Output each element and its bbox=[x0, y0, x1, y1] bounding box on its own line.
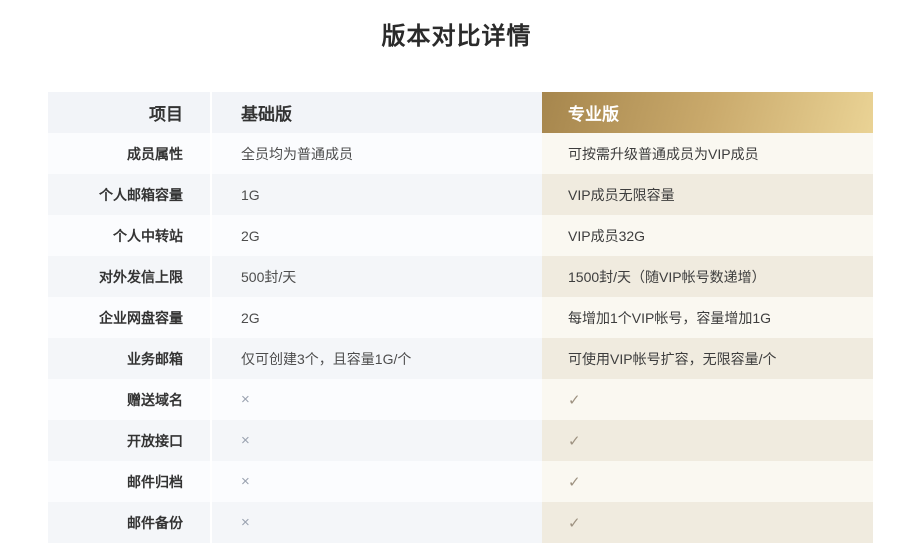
row-label: 对外发信上限 bbox=[48, 256, 210, 297]
basic-value: 2G bbox=[212, 215, 542, 256]
pro-value: 可按需升级普通成员为VIP成员 bbox=[542, 133, 873, 174]
pro-value: VIP成员32G bbox=[542, 215, 873, 256]
version-comparison-page: 版本对比详情 项目 基础版 专业版 成员属性 全员均为普通成员 可按需升级普通成… bbox=[0, 0, 913, 545]
row-label: 邮件归档 bbox=[48, 461, 210, 502]
basic-value: 1G bbox=[212, 174, 542, 215]
table-row-member-attribute: 成员属性 全员均为普通成员 可按需升级普通成员为VIP成员 bbox=[48, 133, 873, 174]
table-row-business-mailbox: 业务邮箱 仅可创建3个，且容量1G/个 可使用VIP帐号扩容，无限容量/个 bbox=[48, 338, 873, 379]
cross-icon: × bbox=[212, 502, 542, 543]
row-label: 邮件备份 bbox=[48, 502, 210, 543]
cross-icon: × bbox=[212, 461, 542, 502]
pro-value: 1500封/天（随VIP帐号数递增） bbox=[542, 256, 873, 297]
check-icon: ✓ bbox=[542, 379, 873, 420]
pro-value: VIP成员无限容量 bbox=[542, 174, 873, 215]
header-pro-edition: 专业版 bbox=[542, 92, 873, 133]
header-basic-edition: 基础版 bbox=[212, 92, 542, 133]
table-row-open-api: 开放接口 × ✓ bbox=[48, 420, 873, 461]
row-label: 个人中转站 bbox=[48, 215, 210, 256]
check-icon: ✓ bbox=[542, 420, 873, 461]
table-header-row: 项目 基础版 专业版 bbox=[48, 92, 873, 133]
basic-value: 全员均为普通成员 bbox=[212, 133, 542, 174]
basic-value: 仅可创建3个，且容量1G/个 bbox=[212, 338, 542, 379]
pro-value: 每增加1个VIP帐号，容量增加1G bbox=[542, 297, 873, 338]
row-label: 业务邮箱 bbox=[48, 338, 210, 379]
table-row-personal-mailbox-capacity: 个人邮箱容量 1G VIP成员无限容量 bbox=[48, 174, 873, 215]
pro-value: 可使用VIP帐号扩容，无限容量/个 bbox=[542, 338, 873, 379]
table-row-personal-transfer-station: 个人中转站 2G VIP成员32G bbox=[48, 215, 873, 256]
row-label: 赠送域名 bbox=[48, 379, 210, 420]
basic-value: 2G bbox=[212, 297, 542, 338]
header-item: 项目 bbox=[48, 92, 210, 133]
table-row-free-domain: 赠送域名 × ✓ bbox=[48, 379, 873, 420]
row-label: 企业网盘容量 bbox=[48, 297, 210, 338]
table-row-outbound-send-limit: 对外发信上限 500封/天 1500封/天（随VIP帐号数递增） bbox=[48, 256, 873, 297]
table-row-mail-archive: 邮件归档 × ✓ bbox=[48, 461, 873, 502]
check-icon: ✓ bbox=[542, 461, 873, 502]
row-label: 个人邮箱容量 bbox=[48, 174, 210, 215]
cross-icon: × bbox=[212, 379, 542, 420]
check-icon: ✓ bbox=[542, 502, 873, 543]
cross-icon: × bbox=[212, 420, 542, 461]
row-label: 开放接口 bbox=[48, 420, 210, 461]
page-title: 版本对比详情 bbox=[0, 0, 913, 52]
row-label: 成员属性 bbox=[48, 133, 210, 174]
comparison-table: 项目 基础版 专业版 成员属性 全员均为普通成员 可按需升级普通成员为VIP成员… bbox=[48, 92, 873, 543]
table-row-mail-backup: 邮件备份 × ✓ bbox=[48, 502, 873, 543]
table-row-enterprise-disk-capacity: 企业网盘容量 2G 每增加1个VIP帐号，容量增加1G bbox=[48, 297, 873, 338]
basic-value: 500封/天 bbox=[212, 256, 542, 297]
